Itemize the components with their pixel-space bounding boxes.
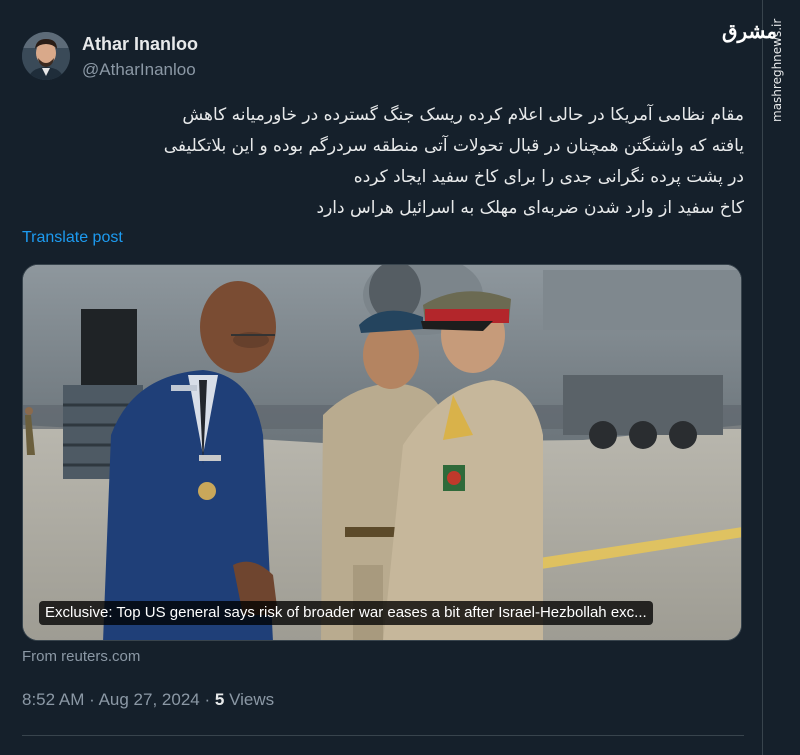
link-card-source[interactable]: From reuters.com xyxy=(22,648,140,665)
avatar[interactable] xyxy=(22,32,70,80)
link-card-caption[interactable]: Exclusive: Top US general says risk of b… xyxy=(39,601,653,625)
watermark-url-text: mashreghnews.ir xyxy=(770,18,784,122)
link-card-image[interactable]: Exclusive: Top US general says risk of b… xyxy=(22,264,742,641)
tweet-container: Athar Inanloo @AtharInanloo مقام نظامی آ… xyxy=(0,0,762,755)
tweet-text-line: کاخ سفید از وارد شدن ضربه‌ای مهلک به اسر… xyxy=(316,198,745,218)
tweet-text-line: در پشت پرده نگرانی جدی را برای کاخ سفید … xyxy=(353,167,744,187)
tweet-text-line: مقام نظامی آمریکا در حالی اعلام کرده ریس… xyxy=(182,105,744,125)
meta-separator: · xyxy=(89,690,95,709)
meta-separator: · xyxy=(204,690,211,709)
tweet-text: مقام نظامی آمریکا در حالی اعلام کرده ریس… xyxy=(22,100,744,224)
author-handle[interactable]: @AtharInanloo xyxy=(82,60,196,80)
page: Athar Inanloo @AtharInanloo مقام نظامی آ… xyxy=(0,0,800,755)
avatar-image xyxy=(22,32,70,80)
views-count: 5 xyxy=(214,690,225,709)
divider xyxy=(22,735,744,736)
tweet-meta: 8:52 AM · Aug 27, 2024 · 5 Views xyxy=(22,690,274,710)
translate-post-link[interactable]: Translate post xyxy=(22,229,123,247)
author-name[interactable]: Athar Inanloo xyxy=(82,34,198,55)
views-label: Views xyxy=(229,690,275,709)
news-photo xyxy=(23,265,741,640)
tweet-date[interactable]: Aug 27, 2024 xyxy=(99,690,200,709)
tweet-time[interactable]: 8:52 AM xyxy=(22,690,84,709)
tweet-text-line: یافته که واشنگتن همچنان در قبال تحولات آ… xyxy=(163,136,744,156)
watermark-logo: مشرق xyxy=(722,19,778,43)
